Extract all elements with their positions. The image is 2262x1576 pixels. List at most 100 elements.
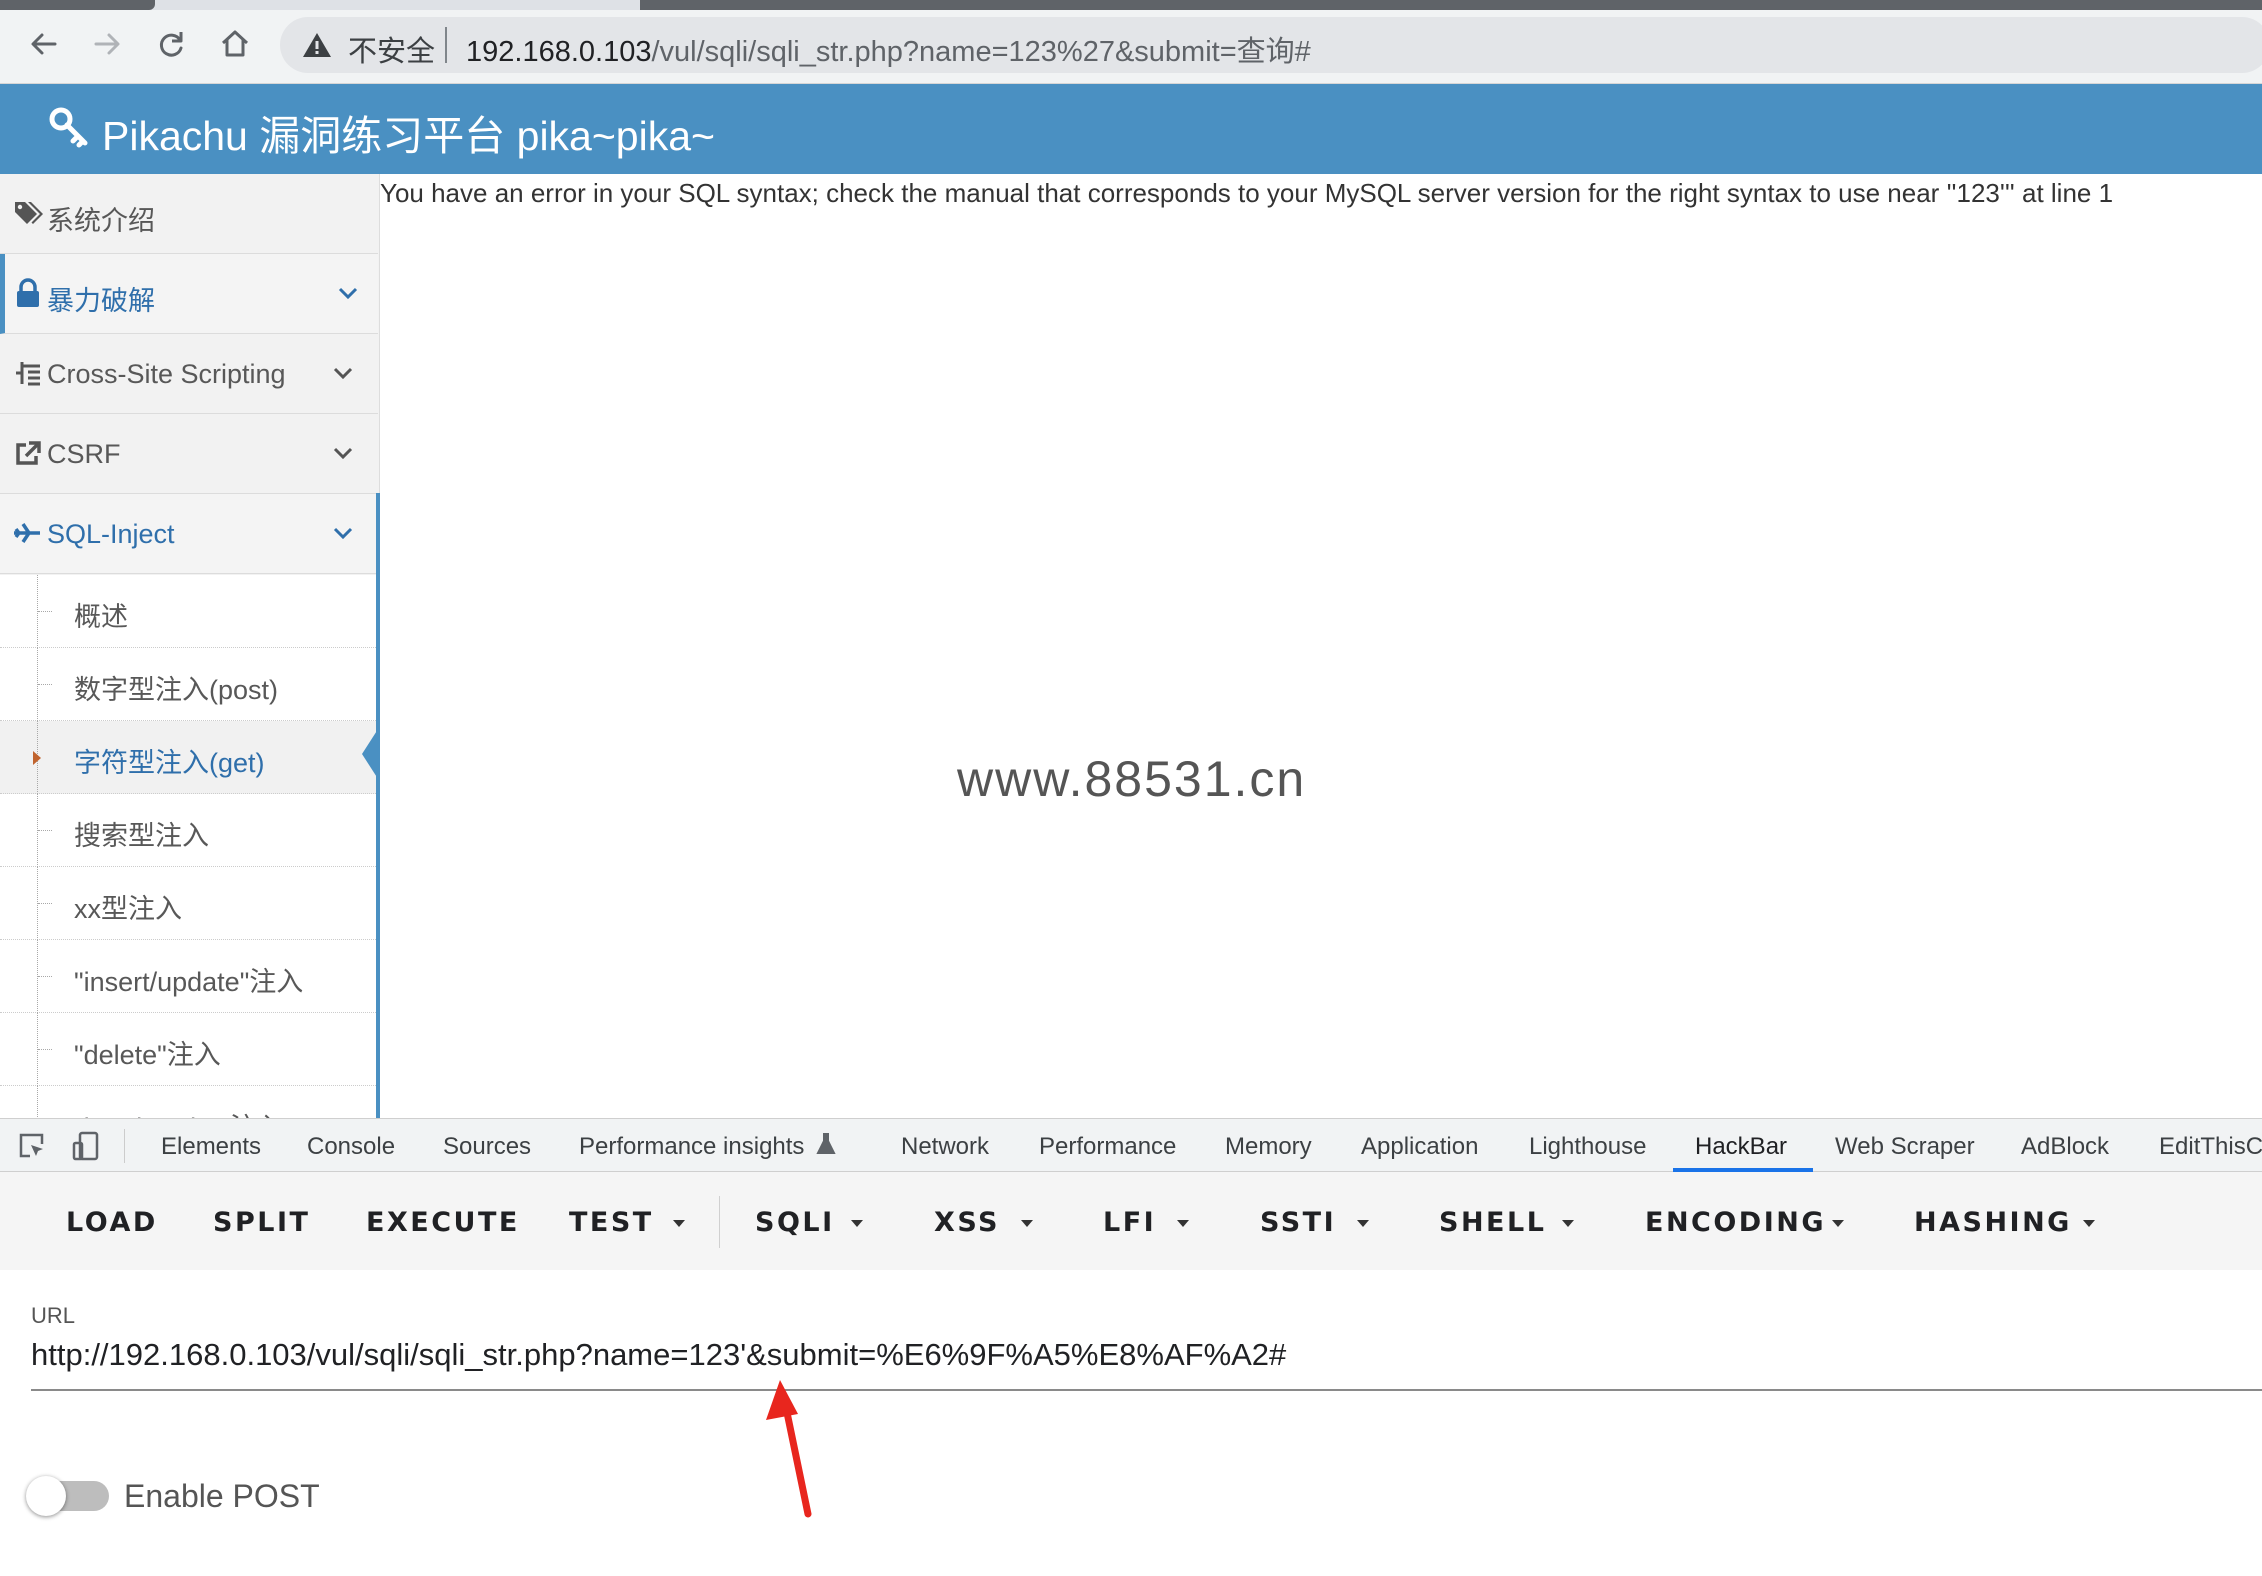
sidebar-item-system-intro[interactable]: 系统介绍 bbox=[0, 174, 378, 254]
url-field-underline bbox=[31, 1389, 2262, 1391]
tags-icon bbox=[13, 198, 43, 228]
tab-sources[interactable]: Sources bbox=[443, 1133, 531, 1161]
address-host: 192.168.0.103 bbox=[466, 36, 652, 68]
devtools-tabbar: Elements Console Sources Performance ins… bbox=[0, 1118, 2262, 1172]
shell-menu-button[interactable]: SHELL bbox=[1439, 1207, 1546, 1238]
enable-post-label[interactable]: Enable POST bbox=[124, 1478, 320, 1515]
tab-elements[interactable]: Elements bbox=[161, 1133, 261, 1161]
sidebar-item-label: Cross-Site Scripting bbox=[47, 359, 286, 389]
sub-item-label: xx型注入 bbox=[74, 894, 182, 924]
caret-down-icon bbox=[673, 1220, 685, 1227]
back-button[interactable] bbox=[20, 20, 68, 68]
hackbar-divider bbox=[719, 1196, 720, 1248]
tab-console[interactable]: Console bbox=[307, 1133, 395, 1161]
caret-down-icon bbox=[1562, 1220, 1574, 1227]
chevron-down-icon bbox=[333, 367, 353, 380]
security-label[interactable]: 不安全 bbox=[348, 28, 435, 70]
load-button[interactable]: LOAD bbox=[66, 1207, 158, 1238]
sub-item-label: "delete"注入 bbox=[74, 1040, 221, 1070]
tab-hackbar[interactable]: HackBar bbox=[1695, 1133, 1787, 1161]
split-button[interactable]: SPLIT bbox=[213, 1207, 310, 1238]
caret-down-icon bbox=[1357, 1220, 1369, 1227]
caret-down-icon bbox=[1021, 1220, 1033, 1227]
sidebar-item-sql-inject[interactable]: SQL-Inject bbox=[0, 494, 378, 574]
tab-network[interactable]: Network bbox=[901, 1133, 989, 1161]
sub-item-label: "insert/update"注入 bbox=[74, 967, 304, 997]
home-button[interactable] bbox=[211, 20, 259, 68]
sub-item-label: "http header"注入 bbox=[74, 1106, 284, 1118]
sub-item-overview[interactable]: 概述 bbox=[0, 575, 378, 648]
sidebar-item-label: CSRF bbox=[47, 439, 121, 469]
xss-menu-button[interactable]: XSS bbox=[934, 1207, 1000, 1238]
toggle-knob[interactable] bbox=[26, 1476, 66, 1516]
sidebar-item-brute-force[interactable]: 暴力破解 bbox=[0, 254, 378, 334]
sub-item-xx[interactable]: xx型注入 bbox=[0, 867, 378, 940]
arrow-right-icon bbox=[94, 33, 120, 55]
sub-item-label: 数字型注入(post) bbox=[74, 675, 279, 705]
address-text[interactable]: 192.168.0.103/vul/sqli/sqli_str.php?name… bbox=[466, 28, 1311, 70]
warning-icon bbox=[303, 33, 331, 57]
tab-editthiscookie[interactable]: EditThisC bbox=[2159, 1133, 2262, 1161]
url-field-label: URL bbox=[31, 1303, 76, 1328]
devtools-divider bbox=[124, 1129, 125, 1163]
execute-button[interactable]: EXECUTE bbox=[366, 1207, 520, 1238]
sidebar-item-label: SQL-Inject bbox=[47, 519, 175, 549]
sub-item-insert-update[interactable]: "insert/update"注入 bbox=[0, 940, 378, 1013]
forward-button[interactable] bbox=[83, 20, 131, 68]
tab-strip bbox=[0, 0, 2262, 10]
sub-item-numeric-post[interactable]: 数字型注入(post) bbox=[0, 648, 378, 721]
sub-item-label: 字符型注入(get) bbox=[74, 748, 265, 778]
reload-icon bbox=[159, 32, 183, 57]
sub-item-label: 搜索型注入 bbox=[74, 821, 209, 851]
sub-item-http-header[interactable]: "http header"注入 bbox=[0, 1086, 378, 1118]
sidebar-item-label: 暴力破解 bbox=[47, 286, 155, 316]
device-toolbar-icon[interactable] bbox=[70, 1130, 102, 1162]
address-bar[interactable]: 不安全 192.168.0.103/vul/sqli/sqli_str.php?… bbox=[280, 17, 2262, 73]
omnibox-separator bbox=[445, 27, 447, 63]
sidebar-item-csrf[interactable]: CSRF bbox=[0, 414, 378, 494]
url-field[interactable]: http://192.168.0.103/vul/sqli/sqli_str.p… bbox=[31, 1337, 1286, 1373]
caret-right-icon bbox=[33, 751, 41, 765]
inspect-element-icon[interactable] bbox=[16, 1130, 48, 1162]
chevron-down-icon bbox=[333, 527, 353, 540]
tab-performance[interactable]: Performance bbox=[1039, 1133, 1176, 1161]
encoding-menu-button[interactable]: ENCODING bbox=[1645, 1207, 1826, 1238]
sub-item-search[interactable]: 搜索型注入 bbox=[0, 794, 378, 867]
tab-performance-insights[interactable]: Performance insights bbox=[579, 1133, 804, 1161]
annotation-arrow bbox=[766, 1380, 812, 1518]
list-tree-icon bbox=[13, 358, 43, 388]
home-icon bbox=[221, 30, 249, 57]
tab-lighthouse[interactable]: Lighthouse bbox=[1529, 1133, 1646, 1161]
sql-error-message: You have an error in your SQL syntax; ch… bbox=[380, 178, 2114, 208]
chevron-down-icon bbox=[333, 447, 353, 460]
key-icon bbox=[49, 107, 88, 148]
sidebar-item-xss[interactable]: Cross-Site Scripting bbox=[0, 334, 378, 414]
experiment-flask-icon bbox=[816, 1133, 836, 1154]
tab-adblock[interactable]: AdBlock bbox=[2021, 1133, 2109, 1161]
sidebar-item-label: 系统介绍 bbox=[47, 206, 155, 236]
lock-icon bbox=[13, 278, 43, 308]
caret-down-icon bbox=[851, 1220, 863, 1227]
plane-icon bbox=[13, 518, 43, 548]
site-header: Pikachu 漏洞练习平台 pika~pika~ bbox=[0, 84, 2262, 174]
lfi-menu-button[interactable]: LFI bbox=[1103, 1207, 1156, 1238]
test-menu-button[interactable]: TEST bbox=[569, 1207, 654, 1238]
caret-down-icon bbox=[1832, 1220, 1844, 1227]
sub-item-delete[interactable]: "delete"注入 bbox=[0, 1013, 378, 1086]
arrow-left-icon bbox=[31, 33, 57, 55]
reload-button[interactable] bbox=[147, 20, 195, 68]
watermark: www.88531.cn bbox=[957, 751, 1307, 807]
active-item-pointer bbox=[362, 726, 380, 782]
sub-item-label: 概述 bbox=[74, 602, 128, 632]
hackbar-toolbar: LOAD SPLIT EXECUTE TEST SQLI XSS LFI SST… bbox=[0, 1172, 2262, 1270]
hashing-menu-button[interactable]: HASHING bbox=[1914, 1207, 2072, 1238]
sqli-menu-button[interactable]: SQLI bbox=[755, 1207, 835, 1238]
tab-memory[interactable]: Memory bbox=[1225, 1133, 1312, 1161]
ssti-menu-button[interactable]: SSTI bbox=[1260, 1207, 1336, 1238]
tab-application[interactable]: Application bbox=[1361, 1133, 1478, 1161]
sub-item-string-get[interactable]: 字符型注入(get) bbox=[0, 721, 378, 794]
tab-web-scraper[interactable]: Web Scraper bbox=[1835, 1133, 1975, 1161]
site-title[interactable]: Pikachu 漏洞练习平台 pika~pika~ bbox=[102, 102, 715, 162]
caret-down-icon bbox=[1177, 1220, 1189, 1227]
chevron-down-icon bbox=[338, 287, 358, 300]
